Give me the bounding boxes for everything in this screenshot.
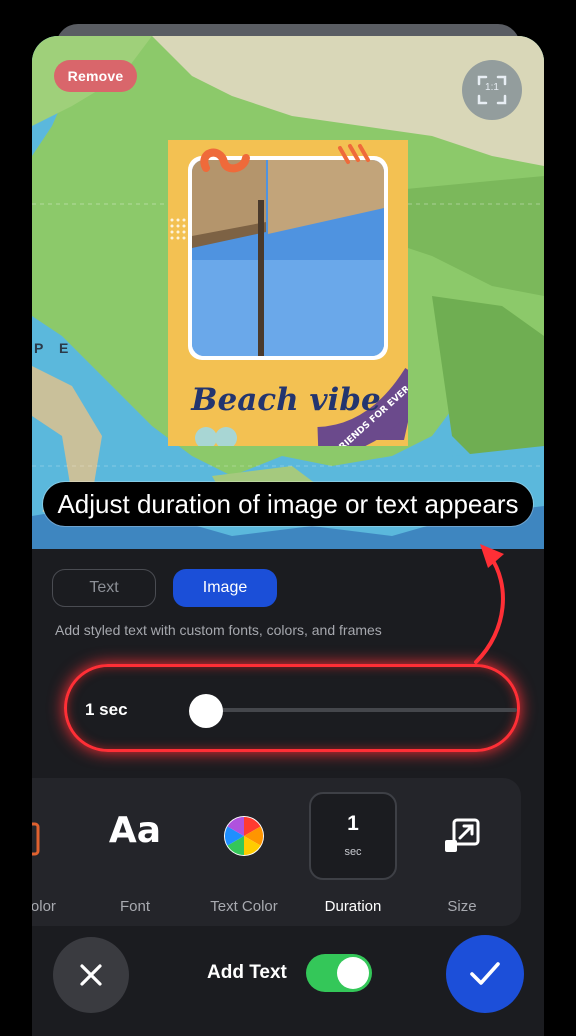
preview-canvas[interactable]: P E Remove 1:1 FRIENDS FOR EVER Beach vi… [32, 36, 544, 549]
map-label: P E [34, 340, 75, 356]
duration-unit: sec [344, 846, 362, 858]
editor-screen: P E Remove 1:1 FRIENDS FOR EVER Beach vi… [32, 36, 544, 1036]
tool-size[interactable]: Size [416, 788, 508, 918]
add-text-label: Add Text [207, 962, 287, 983]
duration-slider-track[interactable] [191, 708, 517, 712]
confirm-button[interactable] [446, 935, 524, 1013]
tab-image[interactable]: Image [173, 569, 277, 607]
tool-font-label: Font [119, 898, 150, 915]
duration-indicator: 1 sec [309, 792, 397, 880]
duration-slider-label: 1 sec [85, 700, 128, 719]
tool-duration-label: Duration [324, 898, 382, 915]
tool-color-label: Color [32, 898, 56, 915]
tool-text-color-label: Text Color [210, 898, 278, 915]
duration-slider-thumb[interactable] [189, 694, 223, 728]
close-button[interactable] [53, 937, 129, 1013]
add-text-toggle[interactable] [306, 954, 372, 992]
checkmark-icon [470, 962, 500, 985]
tool-bar: Color Aa Font Text Color 1 sec Durat [32, 778, 521, 926]
font-icon: Aa [108, 810, 162, 851]
tool-size-label: Size [447, 898, 477, 915]
ratio-label: 1:1 [485, 82, 499, 93]
tab-text[interactable]: Text [52, 569, 156, 607]
sticker-title: Beach vibe [191, 382, 381, 418]
color-swatch-icon [32, 822, 40, 856]
resize-icon [445, 818, 480, 852]
tutorial-arrow-icon [474, 544, 505, 664]
tutorial-caption: Adjust duration of image or text appears [43, 482, 533, 526]
tool-color[interactable]: Color [32, 788, 84, 918]
tool-text-color[interactable]: Text Color [198, 788, 290, 918]
aspect-ratio-button[interactable]: 1:1 [462, 60, 522, 120]
close-icon [80, 964, 102, 986]
tool-duration[interactable]: 1 sec Duration [307, 788, 399, 918]
duration-slider-highlight: 1 sec [64, 664, 520, 752]
duration-value: 1 [347, 812, 359, 835]
toggle-knob [337, 957, 369, 989]
panel-hint: Add styled text with custom fonts, color… [55, 622, 382, 638]
tool-font[interactable]: Aa Font [89, 788, 181, 918]
color-wheel-icon [224, 816, 264, 856]
photo-sticker[interactable]: FRIENDS FOR EVER Beach vibe [168, 140, 408, 446]
remove-button[interactable]: Remove [54, 60, 137, 92]
